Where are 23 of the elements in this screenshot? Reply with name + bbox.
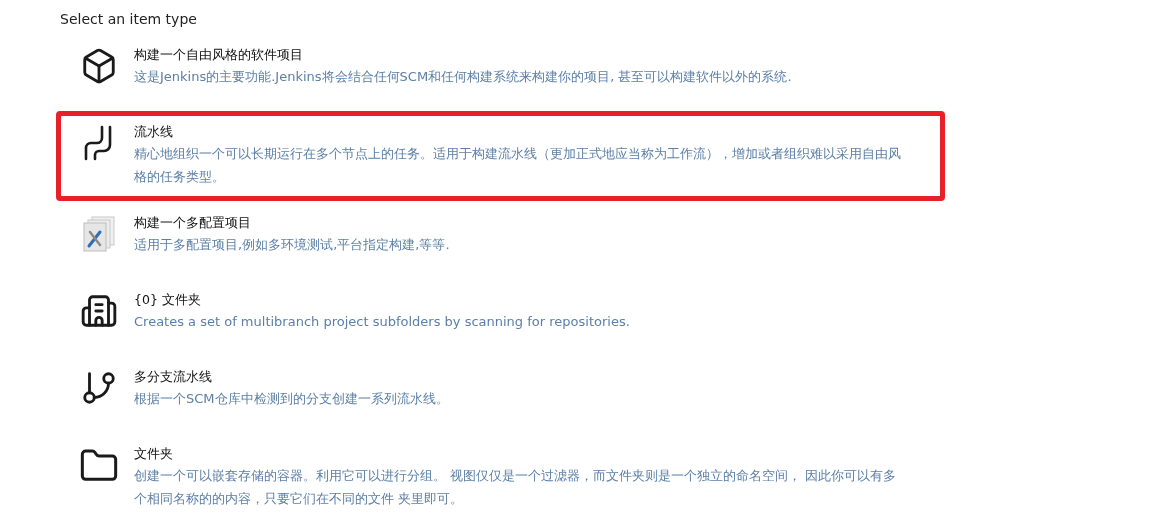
item-option[interactable]: 构建一个多配置项目 适用于多配置项目,例如多环境测试,平台指定构建,等等.: [56, 202, 945, 278]
item-description: 适用于多配置项目,例如多环境测试,平台指定构建,等等.: [134, 236, 451, 254]
item-title: 构建一个自由风格的软件项目: [134, 46, 304, 64]
item-description: 这是Jenkins的主要功能.Jenkins将会结合任何SCM和任何构建系统来构建你的项目, 甚至可以构建软件以外的系统.: [134, 68, 793, 86]
section-heading: Select an item type: [60, 10, 198, 29]
item-description: 精心地组织一个可以长期运行在多个节点上的任务。适用于构建流水线（更加正式地应当称为工作流），增加或者组织难以采用自由风格的任务类型。: [134, 145, 902, 186]
item-option[interactable]: {0} 文件夹 Creates a set of multibranch project subfolders by scanning for repositories.: [56, 279, 945, 355]
item-title: {0} 文件夹: [134, 291, 202, 309]
cube-icon: [80, 47, 118, 85]
highlighted-item-option[interactable]: 流水线 精心地组织一个可以长期运行在多个节点上的任务。适用于构建流水线（更加正式地应当称为工作流），增加或者组织难以采用自由风格的任务类型。: [56, 111, 945, 201]
item-option[interactable]: 构建一个自由风格的软件项目 这是Jenkins的主要功能.Jenkins将会结合任何SCM和任何构建系统来构建你的项目, 甚至可以构建软件以外的系统.: [56, 34, 945, 110]
branch-icon: [80, 369, 118, 407]
item-description: 根据一个SCM仓库中检测到的分支创建一系列流水线。: [134, 390, 450, 408]
tools-document-icon: [80, 215, 118, 253]
item-title: 构建一个多配置项目: [134, 214, 252, 232]
item-option[interactable]: 文件夹 创建一个可以嵌套存储的容器。利用它可以进行分组。 视图仅仅是一个过滤器，而文件夹则是一个独立的命名空间， 因此你可以有多个相同名称的的内容，只要它们在不同的文件 夹里即可。: [56, 433, 945, 523]
building-icon: [80, 292, 118, 330]
item-title: 流水线: [134, 123, 174, 141]
item-description: Creates a set of multibranch project subfolders by scanning for repositories.: [134, 313, 631, 331]
item-option[interactable]: 多分支流水线 根据一个SCM仓库中检测到的分支创建一系列流水线。: [56, 356, 945, 432]
item-description: 创建一个可以嵌套存储的容器。利用它可以进行分组。 视图仅仅是一个过滤器，而文件夹则是一个独立的命名空间， 因此你可以有多个相同名称的的内容，只要它们在不同的文件 夹里即可。: [134, 467, 898, 508]
item-title: 文件夹: [134, 445, 174, 463]
item-title: 多分支流水线: [134, 368, 213, 386]
